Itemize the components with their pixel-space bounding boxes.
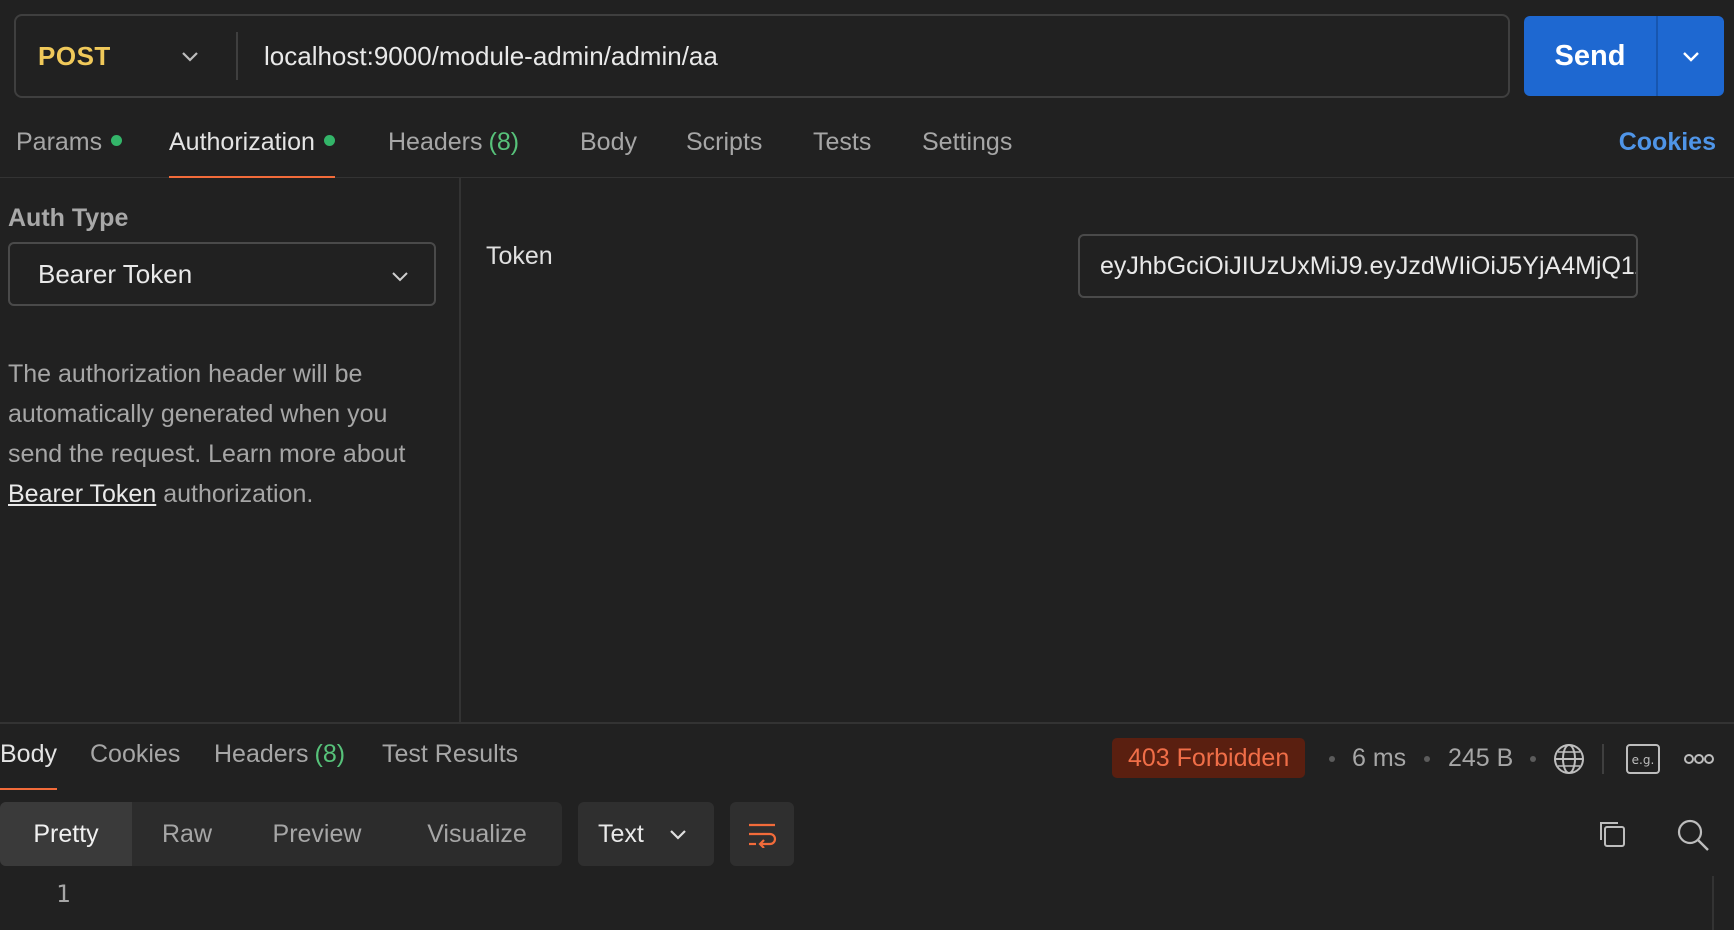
response-tab-test-results[interactable]: Test Results: [382, 740, 518, 790]
separator-dot: [1424, 756, 1430, 762]
view-mode-visualize[interactable]: Visualize: [392, 802, 562, 866]
chevron-down-icon: [182, 52, 198, 62]
chevron-down-icon: [1683, 52, 1699, 62]
method-label: POST: [38, 40, 111, 71]
response-time[interactable]: 6 ms: [1352, 744, 1406, 773]
auth-description: The authorization header will be automat…: [8, 354, 448, 514]
tab-scripts[interactable]: Scripts: [686, 128, 762, 178]
send-button[interactable]: Send: [1524, 16, 1658, 96]
editor-scrollbar[interactable]: [1712, 876, 1714, 930]
format-select[interactable]: Text: [578, 802, 714, 866]
status-badge[interactable]: 403 Forbidden: [1112, 738, 1306, 778]
auth-type-value: Bearer Token: [38, 258, 193, 289]
auth-type-select[interactable]: Bearer Token: [8, 242, 436, 306]
response-tab-headers-label: Headers: [214, 740, 309, 768]
token-label: Token: [486, 242, 553, 270]
auth-description-text: The authorization header will be automat…: [8, 360, 406, 468]
view-mode-raw[interactable]: Raw: [132, 802, 242, 866]
tab-headers-label: Headers: [388, 128, 483, 156]
format-value: Text: [598, 819, 644, 848]
wrap-lines-button[interactable]: [730, 802, 794, 866]
response-size[interactable]: 245 B: [1448, 744, 1513, 773]
request-url-bar: POST: [14, 14, 1510, 98]
copy-icon[interactable]: [1596, 818, 1628, 850]
modified-dot: [111, 134, 123, 146]
more-icon[interactable]: [1684, 752, 1714, 766]
separator-dot: [1329, 756, 1335, 762]
response-bar: Body Cookies Headers (8) Test Results 403…: [0, 722, 1734, 790]
tab-tests[interactable]: Tests: [813, 128, 871, 178]
view-mode-preview[interactable]: Preview: [242, 802, 392, 866]
separator-dot: [1530, 756, 1536, 762]
tab-settings[interactable]: Settings: [922, 128, 1012, 178]
cookies-link[interactable]: Cookies: [1619, 128, 1716, 157]
divider: [1602, 744, 1604, 774]
auth-type-label: Auth Type: [8, 204, 129, 232]
search-icon[interactable]: [1676, 818, 1710, 852]
auth-description-tail: authorization.: [156, 480, 314, 508]
method-select[interactable]: POST: [16, 32, 238, 80]
line-number: 1: [56, 880, 71, 908]
response-headers-count: (8): [314, 740, 346, 768]
tab-params[interactable]: Params: [16, 128, 123, 178]
chevron-down-icon: [392, 272, 408, 282]
tab-headers[interactable]: Headers (8): [388, 128, 519, 178]
url-input[interactable]: [262, 39, 1508, 73]
auth-type-pane: Auth Type Bearer Token The authorization…: [0, 178, 461, 722]
chevron-down-icon: [670, 830, 686, 840]
tab-authorization-label: Authorization: [169, 128, 315, 156]
token-input[interactable]: eyJhbGciOiJIUzUxMiJ9.eyJzdWIiOiJ5YjA4MjQ…: [1078, 234, 1638, 298]
wrap-lines-icon: [749, 823, 777, 848]
tab-body[interactable]: Body: [580, 128, 637, 178]
response-tab-cookies[interactable]: Cookies: [90, 740, 180, 790]
response-tab-body[interactable]: Body: [0, 740, 57, 790]
view-mode-selector: Pretty Raw Preview Visualize: [0, 802, 562, 866]
headers-count: (8): [488, 128, 520, 156]
tab-authorization[interactable]: Authorization: [169, 128, 335, 178]
tab-params-label: Params: [16, 128, 103, 156]
send-options-button[interactable]: [1658, 16, 1724, 96]
bearer-token-link[interactable]: Bearer Token: [8, 480, 156, 508]
view-mode-pretty[interactable]: Pretty: [0, 802, 132, 866]
modified-dot: [323, 134, 335, 146]
globe-icon[interactable]: [1552, 742, 1586, 776]
send-button-group: Send: [1524, 16, 1724, 96]
response-tab-headers[interactable]: Headers (8): [214, 740, 345, 790]
example-icon[interactable]: e.g.: [1626, 744, 1660, 774]
request-tabs: Params Authorization Headers (8) Body Scr…: [0, 118, 1734, 178]
svg-text:e.g.: e.g.: [1632, 753, 1655, 767]
